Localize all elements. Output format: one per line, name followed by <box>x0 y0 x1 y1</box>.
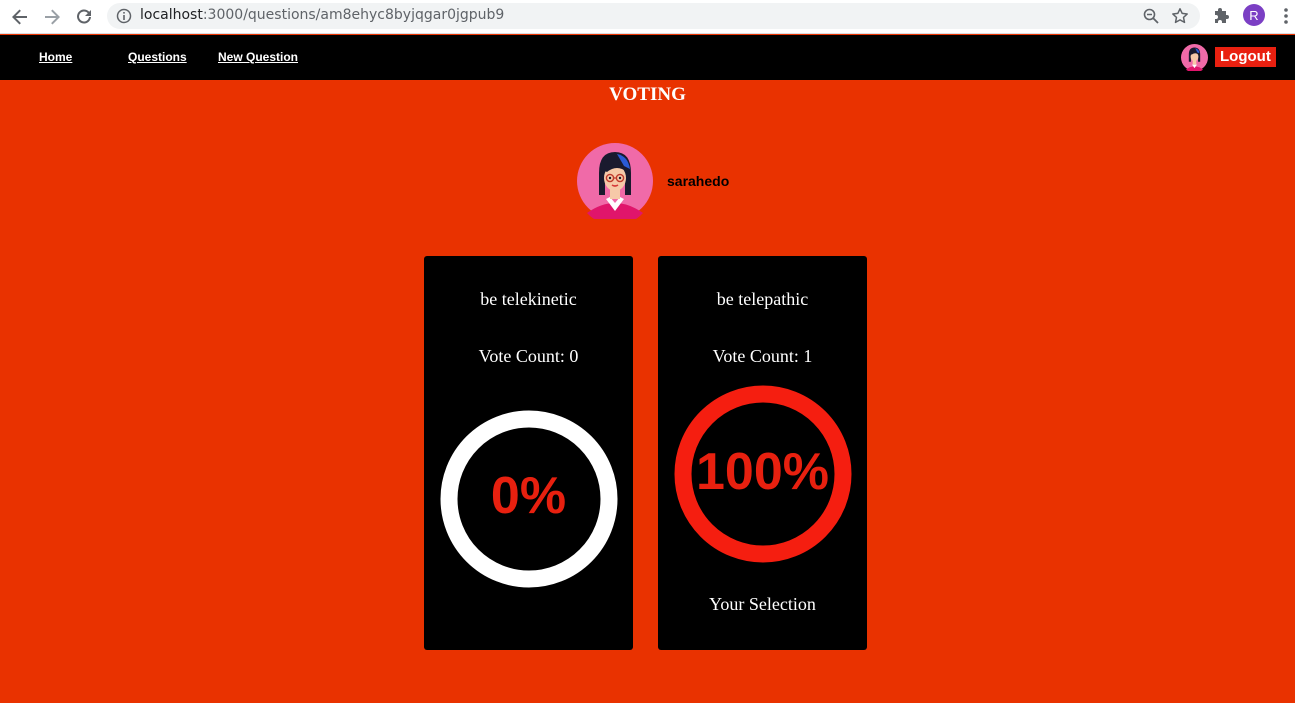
back-icon[interactable] <box>8 5 32 29</box>
option-card-one[interactable]: be telekinetic Vote Count: 0 0% <box>424 256 633 650</box>
your-selection-label: Your Selection <box>709 594 816 614</box>
nav-questions-link[interactable]: Questions <box>128 50 187 64</box>
reload-icon[interactable] <box>72 5 96 29</box>
option-text: be telepathic <box>716 289 809 309</box>
percentage-label: 0% <box>490 467 567 525</box>
vote-count-value: 0 <box>569 346 579 366</box>
url-path: :3000/questions/am8ehyc8byjqgar0jgpub9 <box>202 7 505 23</box>
nav-home-link[interactable]: Home <box>39 50 72 64</box>
nav-new-question-link[interactable]: New Question <box>218 50 298 64</box>
forward-icon[interactable] <box>40 5 64 29</box>
url-host: localhost <box>140 7 203 23</box>
author-name: sarahedo <box>667 173 730 189</box>
info-icon[interactable] <box>116 8 132 24</box>
vote-count-line: Vote Count: 1 <box>658 346 867 367</box>
profile-avatar[interactable]: R <box>1243 4 1265 26</box>
option-text: be telekinetic <box>480 289 577 309</box>
app-navbar: Home Questions New Question Logout <box>0 35 1295 80</box>
vote-count-line: Vote Count: 0 <box>424 346 633 367</box>
vote-count-value: 1 <box>803 346 813 366</box>
vote-count-label: Vote Count: <box>712 346 804 366</box>
percentage-label: 100% <box>696 443 829 501</box>
extensions-puzzle-icon[interactable] <box>1212 6 1232 26</box>
kebab-menu-icon[interactable] <box>1278 6 1294 26</box>
url-text: localhost:3000/questions/am8ehyc8byjqgar… <box>140 7 504 23</box>
zoom-icon[interactable] <box>1142 7 1160 25</box>
logout-button[interactable]: Logout <box>1215 47 1276 67</box>
bookmark-star-icon[interactable] <box>1171 7 1189 25</box>
option-card-two[interactable]: be telepathic Vote Count: 1 100% Your Se… <box>658 256 867 650</box>
address-bar[interactable]: localhost:3000/questions/am8ehyc8byjqgar… <box>107 3 1200 29</box>
user-avatar <box>1181 44 1208 71</box>
vote-count-label: Vote Count: <box>478 346 570 366</box>
page-title: VOTING <box>609 84 686 105</box>
browser-toolbar: localhost:3000/questions/am8ehyc8byjqgar… <box>0 0 1295 34</box>
author-avatar <box>577 143 653 219</box>
